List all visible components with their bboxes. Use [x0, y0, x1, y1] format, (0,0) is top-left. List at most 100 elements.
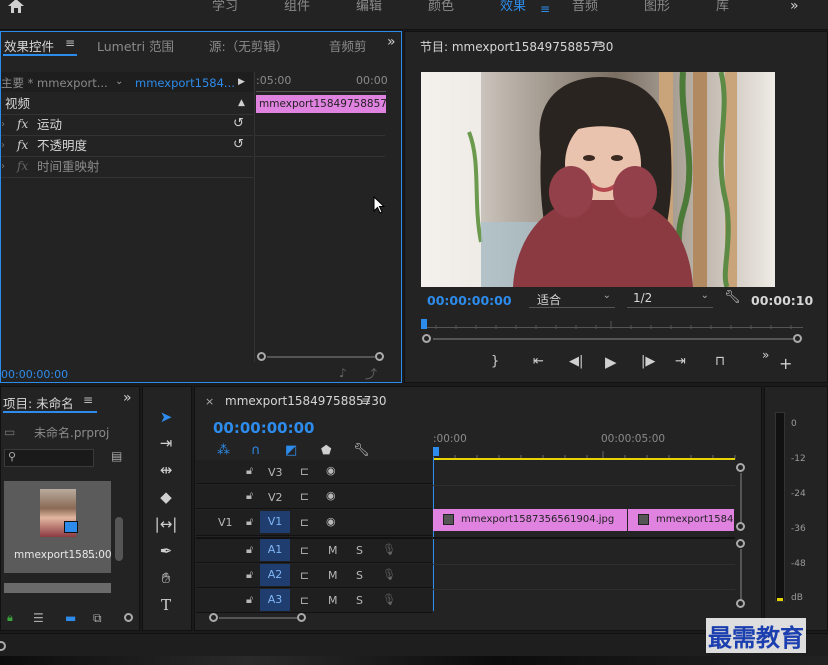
solo-button[interactable]: S [356, 594, 363, 607]
timeline-settings-icon[interactable]: 🔧︎ [353, 443, 370, 458]
zoom-scroll-left[interactable] [257, 352, 266, 361]
play-icon[interactable]: ▶ [605, 353, 617, 371]
lock-icon[interactable]: 🔓︎ [246, 464, 253, 478]
mute-button[interactable]: M [328, 594, 338, 607]
effect-opacity[interactable]: 不透明度 [37, 136, 87, 156]
freeform-view-icon[interactable]: ⧉ [93, 611, 102, 626]
vertical-scroll-bottom[interactable] [736, 522, 745, 531]
step-forward-icon[interactable]: |▶ [641, 354, 655, 369]
lock-icon[interactable]: 🔓︎ [246, 568, 253, 582]
microphone-icon[interactable]: 🎙︎ [382, 543, 396, 556]
wrench-icon[interactable]: 🔧︎ [724, 290, 741, 305]
clip-link[interactable]: mmexport1584... [135, 73, 235, 93]
microphone-icon[interactable]: 🎙︎ [382, 568, 396, 581]
sync-lock-icon[interactable]: ⊏ [300, 544, 309, 557]
play-audio-icon[interactable]: ♪ [339, 366, 347, 380]
lock-icon[interactable]: 🔓︎ [246, 515, 253, 529]
tab-effect-controls[interactable]: 效果控件 [4, 36, 54, 55]
track-a3-target[interactable]: A3 [260, 589, 290, 611]
more-panels-icon[interactable]: » [387, 34, 396, 50]
mute-button[interactable]: M [328, 544, 338, 557]
pen-tool-icon[interactable]: ✒ [152, 540, 180, 562]
resolution-select[interactable]: 1/2 ⌄ [627, 290, 713, 308]
program-scroll-left[interactable] [422, 334, 431, 343]
lock-icon[interactable]: 🔓︎ [246, 489, 253, 503]
playhead-line[interactable] [433, 457, 434, 611]
track-select-tool-icon[interactable]: ⇥ [152, 432, 180, 454]
tab-source[interactable]: 源:（无剪辑） [209, 36, 288, 55]
snap-icon[interactable]: ⁂ [217, 443, 230, 458]
workspace-effects[interactable]: 效果 [500, 0, 526, 14]
selection-tool-icon[interactable]: ➤ [152, 406, 180, 428]
effect-timecode[interactable]: 00:00:00:00 [1, 368, 68, 381]
slip-tool-icon[interactable]: |↔| [152, 513, 180, 535]
scrub-ruler[interactable] [421, 318, 803, 329]
add-marker-icon[interactable]: ◩ [285, 443, 297, 458]
sync-lock-icon[interactable]: ⊏ [300, 516, 309, 529]
vertical-scroll-top[interactable] [736, 539, 745, 548]
sync-lock-icon[interactable]: ⊏ [300, 594, 309, 607]
reset-icon[interactable]: ↺ [233, 116, 244, 131]
track-v2-label[interactable]: V2 [268, 491, 283, 504]
list-view-icon[interactable]: ☰ [33, 611, 44, 625]
zoom-slider-handle[interactable] [124, 613, 133, 622]
workspace-color[interactable]: 颜色 [428, 0, 454, 14]
expand-motion-icon[interactable]: › [1, 119, 5, 130]
export-icon[interactable]: ⤴ [365, 365, 377, 382]
timeline-timecode[interactable]: 00:00:00:00 [213, 419, 315, 437]
zoom-scroll-right[interactable] [375, 352, 384, 361]
home-icon[interactable] [7, 0, 27, 14]
effect-time-remapping[interactable]: 时间重映射 [37, 157, 100, 177]
hand-tool-icon[interactable]: ✋︎ [152, 567, 180, 589]
workspace-graphics[interactable]: 图形 [644, 0, 670, 14]
workspace-learn[interactable]: 学习 [212, 0, 238, 14]
sync-lock-icon[interactable]: ⊏ [300, 569, 309, 582]
track-a1-target[interactable]: A1 [260, 539, 290, 561]
sync-lock-icon[interactable]: ⊏ [300, 465, 309, 478]
track-a2-target[interactable]: A2 [260, 564, 290, 586]
eye-icon[interactable]: ◉ [326, 515, 336, 528]
solo-button[interactable]: S [356, 544, 363, 557]
solo-button[interactable]: S [356, 569, 363, 582]
project-search-input[interactable]: ⚲ [4, 449, 94, 467]
microphone-icon[interactable]: 🎙︎ [382, 593, 396, 606]
source-v1-label[interactable]: V1 [218, 516, 233, 529]
mini-timeline-clip[interactable]: mmexport158497588573 [256, 95, 386, 113]
add-button-icon[interactable]: + [779, 354, 792, 373]
project-scrollbar[interactable] [115, 517, 123, 561]
horizontal-scroll-right[interactable] [297, 613, 306, 622]
timeline-clip[interactable]: mmexport1584975 [628, 509, 734, 531]
chevron-down-icon[interactable]: ⌄ [115, 76, 123, 87]
lock-icon[interactable]: 🔓︎ [246, 543, 253, 557]
icon-view-icon[interactable]: ▬ [65, 611, 76, 625]
effect-motion[interactable]: 运动 [37, 115, 62, 135]
program-video-frame[interactable] [421, 72, 775, 287]
expand-opacity-icon[interactable]: › [1, 140, 5, 151]
more-panels-icon[interactable]: » [123, 390, 132, 406]
workspace-edit[interactable]: 编辑 [356, 0, 382, 14]
mark-out-icon[interactable]: } [491, 354, 499, 369]
tab-audio-mixer[interactable]: 音频剪 [329, 36, 367, 55]
fit-select[interactable]: 适合 ⌄ [529, 290, 615, 308]
workspace-libraries[interactable]: 库 [716, 0, 729, 14]
timeline-clip[interactable]: mmexport1587356561904.jpg [433, 509, 627, 531]
sync-lock-icon[interactable]: ⊏ [300, 490, 309, 503]
work-area-bar[interactable] [433, 458, 735, 460]
ripple-edit-tool-icon[interactable]: ⇹ [152, 459, 180, 481]
more-controls-icon[interactable]: » [762, 348, 769, 362]
vertical-scroll-bottom[interactable] [736, 599, 745, 608]
eye-icon[interactable]: ◉ [326, 464, 336, 477]
track-v1-target[interactable]: V1 [260, 511, 290, 533]
tab-menu-icon[interactable]: ≡ [65, 36, 75, 50]
go-to-in-icon[interactable]: ⇤ [533, 354, 544, 369]
expand-time-remap-icon[interactable]: › [1, 161, 5, 172]
workspace-assembly[interactable]: 组件 [284, 0, 310, 14]
go-to-out-icon[interactable]: ⇥ [675, 354, 686, 369]
program-scroll-right[interactable] [793, 334, 802, 343]
reset-icon[interactable]: ↺ [233, 137, 244, 152]
media-thumbnail-item[interactable]: mmexport158... 5:00 [4, 481, 112, 573]
vertical-scroll-top[interactable] [736, 463, 745, 472]
lock-icon[interactable]: 🔒︎ [7, 611, 13, 625]
workspace-menu-icon[interactable]: ≡ [540, 2, 550, 16]
tab-menu-icon[interactable]: ≡ [361, 394, 371, 408]
